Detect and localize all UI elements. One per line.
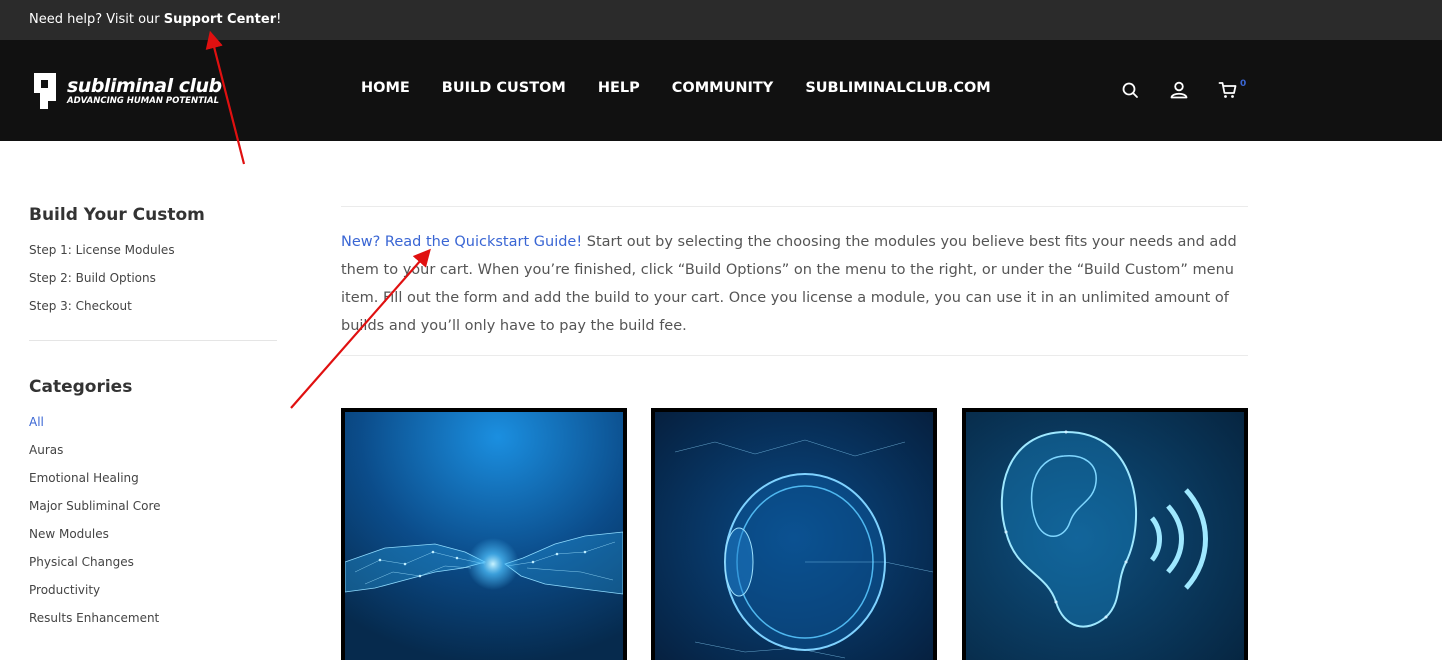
logo-mark-icon bbox=[34, 73, 56, 109]
site-header: subliminal club ADVANCING HUMAN POTENTIA… bbox=[0, 40, 1442, 141]
hands-touching-image bbox=[345, 412, 623, 660]
module-grid bbox=[341, 408, 1248, 660]
cart-icon[interactable] bbox=[1218, 80, 1238, 100]
logo[interactable]: subliminal club ADVANCING HUMAN POTENTIA… bbox=[31, 71, 231, 111]
main-nav: HOME BUILD CUSTOM HELP COMMUNITY SUBLIMI… bbox=[361, 80, 1023, 100]
module-card[interactable] bbox=[962, 408, 1248, 660]
main-content: New? Read the Quickstart Guide! Start ou… bbox=[341, 206, 1248, 356]
nav-build-custom[interactable]: BUILD CUSTOM bbox=[442, 80, 566, 100]
step-checkout[interactable]: Step 3: Checkout bbox=[29, 292, 277, 320]
support-text: Need help? Visit our bbox=[29, 12, 164, 27]
support-center-link[interactable]: Support Center bbox=[164, 12, 276, 27]
build-your-custom-heading: Build Your Custom bbox=[29, 205, 205, 225]
categories-list: All Auras Emotional Healing Major Sublim… bbox=[29, 408, 277, 632]
step-build-options[interactable]: Step 2: Build Options bbox=[29, 264, 277, 292]
user-icon[interactable] bbox=[1169, 80, 1189, 100]
module-card[interactable] bbox=[341, 408, 627, 660]
content-bottom-divider bbox=[341, 355, 1248, 356]
ear-sound-image bbox=[966, 412, 1244, 660]
categories-heading: Categories bbox=[29, 377, 133, 397]
brand-tagline: ADVANCING HUMAN POTENTIAL bbox=[67, 95, 220, 106]
nav-help[interactable]: HELP bbox=[598, 80, 640, 100]
search-icon[interactable] bbox=[1120, 80, 1140, 100]
nav-subliminalclub[interactable]: SUBLIMINALCLUB.COM bbox=[805, 80, 990, 100]
category-emotional-healing[interactable]: Emotional Healing bbox=[29, 464, 277, 492]
cart-count-badge: 0 bbox=[1240, 79, 1247, 89]
category-new-modules[interactable]: New Modules bbox=[29, 520, 277, 548]
category-major-subliminal-core[interactable]: Major Subliminal Core bbox=[29, 492, 277, 520]
category-results-enhancement[interactable]: Results Enhancement bbox=[29, 604, 277, 632]
quickstart-guide-link[interactable]: New? Read the Quickstart Guide! bbox=[341, 234, 582, 250]
category-productivity[interactable]: Productivity bbox=[29, 576, 277, 604]
category-auras[interactable]: Auras bbox=[29, 436, 277, 464]
module-card[interactable] bbox=[651, 408, 937, 660]
nav-community[interactable]: COMMUNITY bbox=[672, 80, 774, 100]
build-steps-list: Step 1: License Modules Step 2: Build Op… bbox=[29, 236, 277, 320]
nav-home[interactable]: HOME bbox=[361, 80, 410, 100]
support-suffix: ! bbox=[276, 12, 282, 27]
brand-name: subliminal club bbox=[67, 74, 222, 97]
step-license-modules[interactable]: Step 1: License Modules bbox=[29, 236, 277, 264]
intro-paragraph: New? Read the Quickstart Guide! Start ou… bbox=[341, 207, 1248, 355]
sidebar-divider bbox=[29, 340, 277, 341]
eye-anatomy-image bbox=[655, 412, 933, 660]
category-all[interactable]: All bbox=[29, 408, 277, 436]
category-physical-changes[interactable]: Physical Changes bbox=[29, 548, 277, 576]
sidebar: Build Your Custom Step 1: License Module… bbox=[29, 205, 277, 632]
support-bar: Need help? Visit our Support Center! bbox=[0, 0, 1442, 40]
